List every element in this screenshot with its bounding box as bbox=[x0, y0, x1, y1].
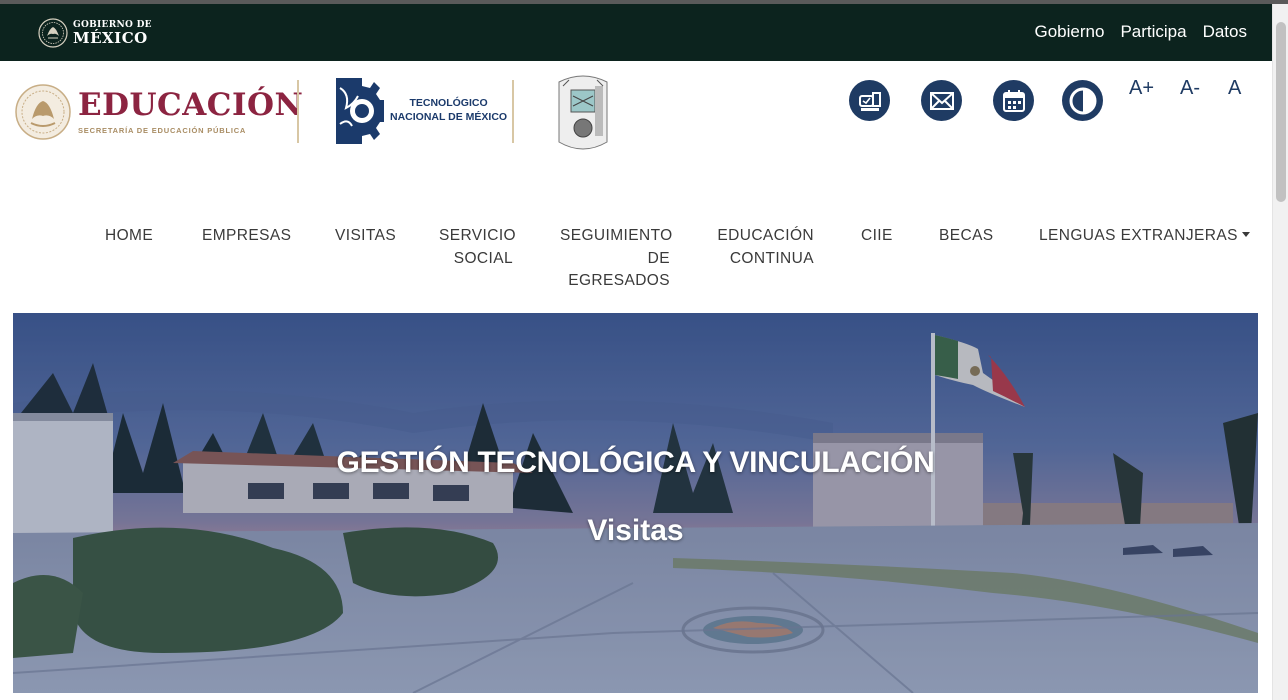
gobierno-de-mexico-logo[interactable]: GOBIERNO DE MÉXICO bbox=[38, 18, 152, 48]
nav-item-visitas[interactable]: VISITAS bbox=[335, 225, 396, 248]
gobierno-link[interactable]: Gobierno bbox=[1035, 22, 1105, 42]
gov-logo-line2: MÉXICO bbox=[73, 28, 148, 47]
calendar-icon bbox=[1002, 89, 1025, 112]
nav-item-empresas[interactable]: EMPRESAS bbox=[202, 225, 291, 248]
hero-banner: GESTIÓN TECNOLÓGICA Y VINCULACIÓN Visita… bbox=[13, 313, 1258, 693]
nav-item-home[interactable]: HOME bbox=[105, 225, 153, 248]
nav-item-label-line: SEGUIMIENTO bbox=[560, 227, 673, 244]
tecnm-logo-line2: NACIONAL DE MÉXICO bbox=[390, 111, 508, 123]
nav-item-becas[interactable]: BECAS bbox=[939, 225, 994, 248]
hero-title: GESTIÓN TECNOLÓGICA Y VINCULACIÓN bbox=[336, 446, 935, 479]
tecnm-gear-icon bbox=[336, 78, 384, 144]
email-button[interactable] bbox=[921, 80, 962, 121]
sep-seal-icon bbox=[15, 84, 71, 140]
nav-item-label-line: DE bbox=[647, 249, 670, 267]
nav-item-servicio-social[interactable]: SERVICIO SOCIAL bbox=[439, 225, 516, 270]
font-increase-button[interactable]: A+ bbox=[1129, 77, 1154, 100]
nav-item-label-line: SOCIAL bbox=[453, 249, 513, 267]
main-navigation: HOME EMPRESAS VISITAS SERVICIO SOCIAL SE… bbox=[0, 225, 1272, 300]
font-reset-button[interactable]: A bbox=[1228, 77, 1241, 100]
participa-link[interactable]: Participa bbox=[1120, 22, 1186, 42]
mailbox-button[interactable] bbox=[849, 80, 890, 121]
campus-photo bbox=[13, 313, 1258, 693]
font-decrease-button[interactable]: A- bbox=[1180, 77, 1200, 100]
nav-item-label-line: EDUCACIÓN bbox=[717, 227, 814, 244]
nav-item-label-line: EGRESADOS bbox=[568, 272, 670, 289]
envelope-icon bbox=[929, 91, 954, 110]
nav-item-lenguas-extranjeras[interactable]: LENGUAS EXTRANJERAS bbox=[1039, 225, 1250, 248]
calendar-button[interactable] bbox=[993, 80, 1034, 121]
national-seal-icon bbox=[38, 18, 68, 48]
tecnm-logo[interactable]: TECNOLÓGICO NACIONAL DE MÉXICO bbox=[332, 74, 507, 148]
government-links: Gobierno Participa Datos bbox=[1035, 22, 1248, 42]
nav-item-ciie[interactable]: CIIE bbox=[861, 225, 893, 248]
contrast-button[interactable] bbox=[1062, 80, 1103, 121]
institute-emblem-icon[interactable] bbox=[551, 72, 615, 154]
contrast-icon bbox=[1069, 87, 1096, 114]
nav-item-label: LENGUAS EXTRANJERAS bbox=[1039, 227, 1238, 244]
sep-logo-title: EDUCACIÓN bbox=[78, 86, 304, 123]
mailbox-icon bbox=[858, 91, 881, 111]
page-scrollbar[interactable] bbox=[1272, 4, 1288, 700]
nav-item-label-line: SERVICIO bbox=[439, 227, 516, 244]
government-bar: GOBIERNO DE MÉXICO Gobierno Participa Da… bbox=[0, 4, 1272, 61]
nav-item-educacion-continua[interactable]: EDUCACIÓN CONTINUA bbox=[717, 225, 814, 270]
hero-subtitle: Visitas bbox=[587, 514, 684, 547]
dropdown-caret-icon bbox=[1241, 231, 1250, 237]
nav-item-label-line: CONTINUA bbox=[729, 249, 814, 267]
sep-educacion-logo[interactable]: EDUCACIÓN SECRETARÍA DE EDUCACIÓN PÚBLIC… bbox=[14, 83, 303, 141]
scrollbar-thumb[interactable] bbox=[1276, 22, 1286, 202]
datos-link[interactable]: Datos bbox=[1203, 22, 1247, 42]
tecnm-logo-line1: TECNOLÓGICO bbox=[409, 97, 488, 110]
logo-divider bbox=[512, 80, 514, 143]
nav-item-seguimiento-de-egresados[interactable]: SEGUIMIENTO DE EGRESADOS bbox=[560, 225, 673, 293]
logo-divider bbox=[297, 80, 299, 143]
sep-logo-subtitle: SECRETARÍA DE EDUCACIÓN PÚBLICA bbox=[78, 125, 247, 135]
